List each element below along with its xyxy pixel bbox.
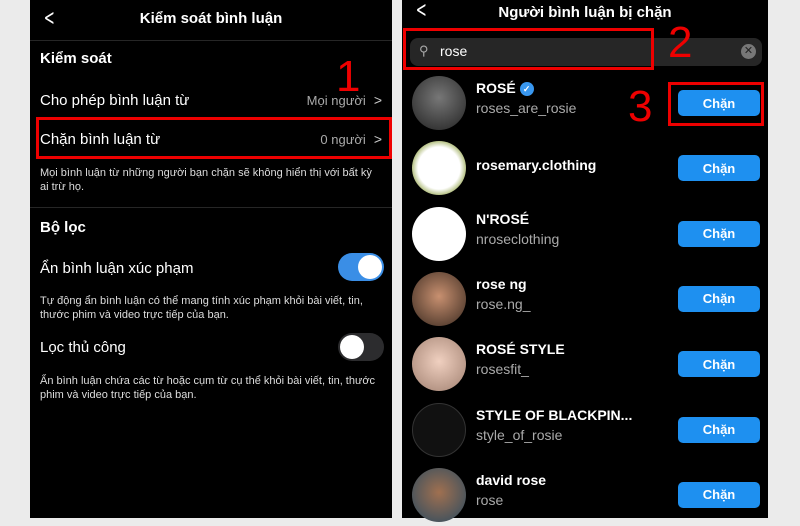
list-item[interactable]: ROSÉ ✓ roses_are_rosie Chặn <box>402 70 768 134</box>
page-title: Kiểm soát bình luận <box>139 10 283 27</box>
list-item[interactable]: STYLE OF BLACKPIN... style_of_rosie Chặn <box>402 397 768 461</box>
avatar[interactable] <box>412 337 466 392</box>
comment-controls-screen: < Kiểm soát bình luận Kiểm soát Cho phép… <box>30 0 392 518</box>
row-label: Cho phép bình luận từ <box>40 91 190 109</box>
block-button[interactable]: Chặn <box>678 285 760 312</box>
username: rosesfit_ <box>476 361 529 378</box>
display-name: david rose <box>476 471 547 488</box>
hide-offensive-toggle[interactable] <box>338 253 384 281</box>
display-name: rosemary.clothing <box>476 157 597 174</box>
blocked-commenters-screen: < Người bình luận bị chặn ⚲ ✕ 2 3 ROSÉ✓ … <box>402 0 768 522</box>
display-name: N'ROSÉ <box>476 210 530 227</box>
block-button[interactable]: Chặn <box>678 90 760 116</box>
manual-filter-row: Lọc thủ công <box>40 335 382 359</box>
display-name: ROSÉ ✓ <box>476 80 534 96</box>
avatar[interactable] <box>412 76 466 130</box>
hide-offensive-description: Tự động ẩn bình luận có thể mang tính xú… <box>40 295 363 321</box>
block-button[interactable]: Chặn <box>678 416 760 443</box>
section-filters: Bộ lọc <box>40 219 86 236</box>
avatar[interactable] <box>412 467 466 522</box>
username: nroseclothing <box>476 230 560 247</box>
row-label: Lọc thủ công <box>40 338 126 356</box>
chevron-right-icon: > <box>373 91 382 108</box>
block-button[interactable]: Chặn <box>678 220 760 247</box>
highlight-box-1 <box>36 117 392 159</box>
username: roses_are_rosie <box>476 100 577 116</box>
avatar[interactable] <box>412 206 466 261</box>
list-item[interactable]: ROSÉ STYLE rosesfit_ Chặn <box>402 331 768 395</box>
allow-comments-from-row[interactable]: Cho phép bình luận từ Mọi người > <box>40 88 382 112</box>
username: rose <box>476 491 504 508</box>
row-label: Ẩn bình luận xúc phạm <box>40 259 194 277</box>
highlight-box-2 <box>403 28 654 70</box>
divider <box>30 40 392 41</box>
list-item[interactable]: rose ng rose.ng_ Chặn <box>402 266 768 330</box>
list-item[interactable]: N'ROSÉ nroseclothing Chặn <box>402 201 768 265</box>
page-title: Người bình luận bị chặn <box>498 4 672 21</box>
annotation-2: 2 <box>668 18 693 67</box>
list-item[interactable]: rosemary.clothing Chặn <box>402 135 768 199</box>
verified-badge-icon: ✓ <box>519 82 534 96</box>
annotation-1: 1 <box>336 52 361 101</box>
manual-filter-toggle[interactable] <box>338 333 384 361</box>
username: style_of_rosie <box>476 426 563 443</box>
block-description: Mọi bình luận từ những người bạn chặn sẽ… <box>40 167 372 193</box>
avatar[interactable] <box>412 271 466 326</box>
divider <box>30 207 392 208</box>
block-button[interactable]: Chặn <box>678 351 760 378</box>
username: rose.ng_ <box>476 295 531 312</box>
display-name: rose ng <box>476 275 527 292</box>
section-controls: Kiểm soát <box>40 50 112 67</box>
display-name: ROSÉ STYLE <box>476 341 565 358</box>
display-name: STYLE OF BLACKPIN... <box>476 406 633 423</box>
list-item[interactable]: david rose rose Chặn <box>402 462 768 526</box>
avatar[interactable] <box>412 402 466 457</box>
manual-filter-description: Ẩn bình luận chứa các từ hoặc cụm từ cụ … <box>40 375 376 401</box>
hide-offensive-row: Ẩn bình luận xúc phạm <box>40 256 382 280</box>
clear-icon[interactable]: ✕ <box>741 44 756 59</box>
avatar[interactable] <box>412 141 466 196</box>
block-button[interactable]: Chặn <box>678 481 760 508</box>
block-button[interactable]: Chặn <box>678 155 760 182</box>
